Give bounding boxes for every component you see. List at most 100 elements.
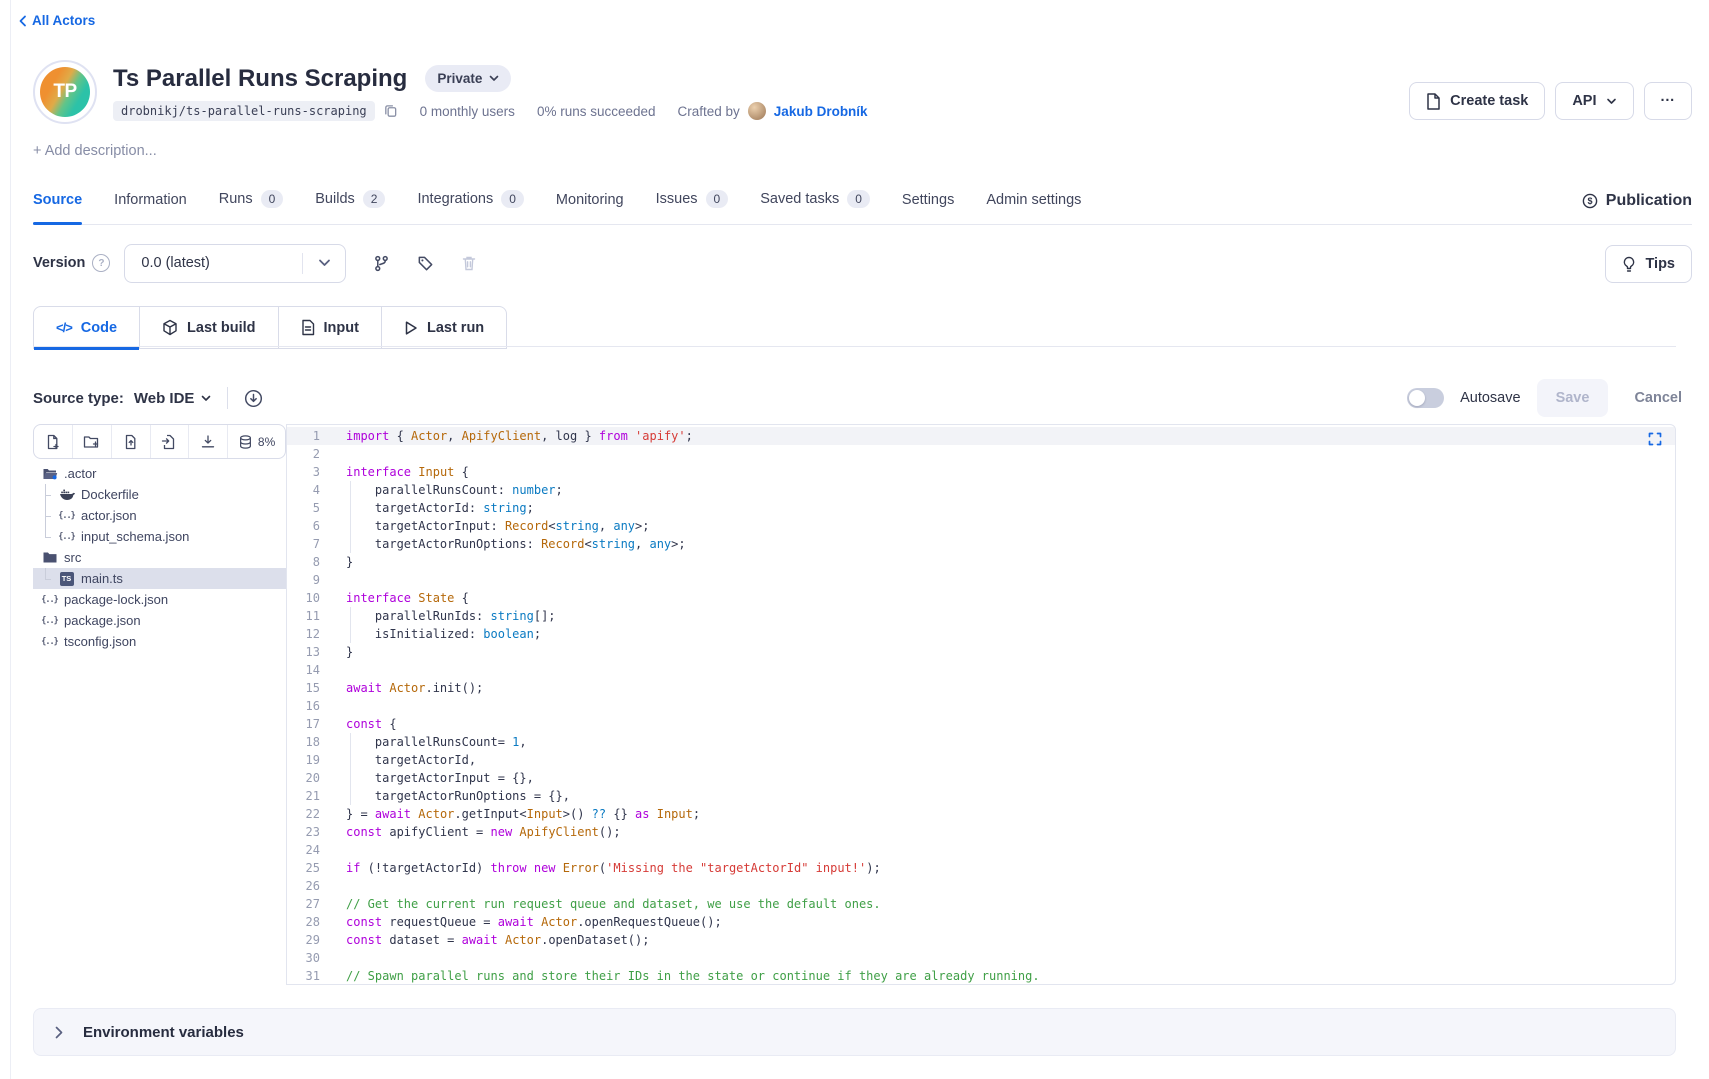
code-line[interactable]: 27// Get the current run request queue a… — [287, 895, 1675, 913]
code-line[interactable]: 8} — [287, 553, 1675, 571]
more-actions-button[interactable]: ··· — [1644, 82, 1693, 120]
monetization-icon: $ — [1582, 193, 1598, 209]
source-subtabs: </> Code Last build Input Last run — [33, 306, 507, 349]
line-number: 10 — [287, 589, 320, 607]
code-line[interactable]: 21 targetActorRunOptions = {}, — [287, 787, 1675, 805]
tab-runs[interactable]: Runs0 — [219, 190, 284, 224]
download-all-icon[interactable] — [188, 425, 227, 458]
code-line[interactable]: 5 targetActorId: string; — [287, 499, 1675, 517]
api-button[interactable]: API — [1555, 82, 1633, 120]
environment-variables-panel[interactable]: Environment variables — [33, 1008, 1676, 1056]
tree-item-src[interactable]: src — [33, 547, 286, 568]
create-task-button[interactable]: Create task — [1409, 82, 1545, 120]
tips-button[interactable]: Tips — [1605, 245, 1692, 283]
version-select[interactable]: 0.0 (latest) — [124, 244, 346, 283]
help-icon[interactable]: ? — [92, 254, 110, 272]
code-line[interactable]: 7 targetActorRunOptions: Record<string, … — [287, 535, 1675, 553]
subtab-code[interactable]: </> Code — [33, 306, 140, 349]
code-line[interactable]: 2 — [287, 445, 1675, 463]
tab-information[interactable]: Information — [114, 192, 187, 224]
code-line[interactable]: 29const dataset = await Actor.openDatase… — [287, 931, 1675, 949]
tab-integrations[interactable]: Integrations0 — [417, 190, 523, 224]
code-line[interactable]: 19 targetActorId, — [287, 751, 1675, 769]
code-line[interactable]: 6 targetActorInput: Record<string, any>; — [287, 517, 1675, 535]
download-source-icon[interactable] — [244, 389, 263, 408]
tab-settings[interactable]: Settings — [902, 192, 954, 224]
code-line[interactable]: 4 parallelRunsCount: number; — [287, 481, 1675, 499]
tree-item-actor-json[interactable]: actor.json — [33, 505, 286, 526]
new-file-icon[interactable] — [34, 425, 72, 458]
tab-saved-tasks[interactable]: Saved tasks0 — [760, 190, 870, 224]
code-text: targetActorRunOptions: Record<string, an… — [320, 535, 686, 553]
tree-item-dockerfile[interactable]: Dockerfile — [33, 484, 286, 505]
tab-issues[interactable]: Issues0 — [656, 190, 729, 224]
save-button[interactable]: Save — [1537, 379, 1609, 417]
import-file-icon[interactable] — [150, 425, 189, 458]
line-number: 13 — [287, 643, 320, 661]
tab-admin-settings[interactable]: Admin settings — [986, 192, 1081, 224]
code-line[interactable]: 25if (!targetActorId) throw new Error('M… — [287, 859, 1675, 877]
code-line[interactable]: 18 parallelRunsCount= 1, — [287, 733, 1675, 751]
code-line[interactable]: 15await Actor.init(); — [287, 679, 1675, 697]
code-line[interactable]: 13} — [287, 643, 1675, 661]
code-text: interface Input { — [320, 463, 469, 481]
tag-icon[interactable] — [417, 255, 434, 272]
code-line[interactable]: 30 — [287, 949, 1675, 967]
code-editor[interactable]: 1import { Actor, ApifyClient, log } from… — [286, 424, 1676, 985]
code-line[interactable]: 3interface Input { — [287, 463, 1675, 481]
cancel-button[interactable]: Cancel — [1624, 379, 1692, 417]
upload-file-icon[interactable] — [111, 425, 150, 458]
code-line[interactable]: 12 isInitialized: boolean; — [287, 625, 1675, 643]
fullscreen-icon[interactable] — [1648, 432, 1662, 446]
line-number: 5 — [287, 499, 320, 517]
tab-builds[interactable]: Builds2 — [315, 190, 385, 224]
code-line[interactable]: 17const { — [287, 715, 1675, 733]
subtab-input[interactable]: Input — [279, 306, 382, 349]
code-line[interactable]: 26 — [287, 877, 1675, 895]
breadcrumb[interactable]: All Actors — [18, 13, 95, 28]
code-line[interactable]: 9 — [287, 571, 1675, 589]
git-branch-icon[interactable] — [373, 255, 390, 272]
copy-icon[interactable] — [383, 104, 398, 119]
code-text — [320, 571, 346, 589]
line-number: 1 — [287, 427, 320, 445]
code-text: isInitialized: boolean; — [320, 625, 541, 643]
tree-item-input-schema-json[interactable]: input_schema.json — [33, 526, 286, 547]
tab-monitoring[interactable]: Monitoring — [556, 192, 624, 224]
code-line[interactable]: 24 — [287, 841, 1675, 859]
publication-link[interactable]: $ Publication — [1582, 192, 1692, 224]
file-tree: .actor Dockerfile actor.json input_schem… — [33, 463, 286, 652]
code-line[interactable]: 10interface State { — [287, 589, 1675, 607]
play-icon — [404, 320, 418, 336]
autosave-toggle[interactable] — [1407, 388, 1444, 408]
subtab-last-build[interactable]: Last build — [140, 306, 278, 349]
code-line[interactable]: 11 parallelRunIds: string[]; — [287, 607, 1675, 625]
visibility-dropdown[interactable]: Private — [425, 65, 511, 92]
json-icon — [58, 532, 75, 542]
tab-source[interactable]: Source — [33, 192, 82, 224]
code-line[interactable]: 20 targetActorInput = {}, — [287, 769, 1675, 787]
chevron-down-icon — [489, 75, 499, 82]
code-line[interactable]: 14 — [287, 661, 1675, 679]
new-folder-icon[interactable] — [72, 425, 111, 458]
line-number: 14 — [287, 661, 320, 679]
author-link[interactable]: Jakub Drobník — [774, 104, 868, 119]
add-description[interactable]: + Add description... — [33, 143, 157, 159]
code-line[interactable]: 16 — [287, 697, 1675, 715]
tree-item-package-lock-json[interactable]: package-lock.json — [33, 589, 286, 610]
tree-item-package-json[interactable]: package.json — [33, 610, 286, 631]
code-line[interactable]: 1import { Actor, ApifyClient, log } from… — [287, 427, 1675, 445]
tree-item-actor-folder[interactable]: .actor — [33, 463, 286, 484]
chevron-down-icon — [201, 395, 211, 402]
delete-version-icon[interactable] — [461, 255, 477, 272]
subtab-last-run[interactable]: Last run — [382, 306, 507, 349]
source-type-dropdown[interactable]: Web IDE — [134, 390, 212, 407]
code-line[interactable]: 31// Spawn parallel runs and store their… — [287, 967, 1675, 985]
code-text — [320, 697, 346, 715]
tree-item-tsconfig-json[interactable]: tsconfig.json — [33, 631, 286, 652]
tree-item-main-ts[interactable]: main.ts — [33, 568, 286, 589]
code-line[interactable]: 22} = await Actor.getInput<Input>() ?? {… — [287, 805, 1675, 823]
code-line[interactable]: 28const requestQueue = await Actor.openR… — [287, 913, 1675, 931]
actor-handle: drobnikj/ts-parallel-runs-scraping — [113, 101, 375, 121]
code-line[interactable]: 23const apifyClient = new ApifyClient(); — [287, 823, 1675, 841]
